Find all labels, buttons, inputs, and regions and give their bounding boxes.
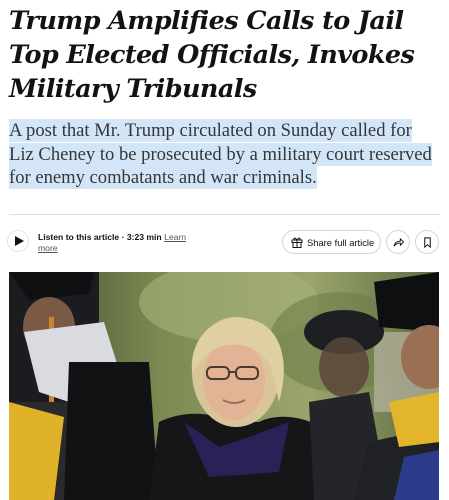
listen-to-article: Listen to this article · 3:23 min Learn … bbox=[38, 232, 208, 253]
article-photo bbox=[9, 272, 439, 500]
share-button[interactable] bbox=[386, 230, 410, 254]
article-headline: Trump Amplifies Calls to Jail Top Electe… bbox=[9, 6, 415, 104]
summary-highlight: A post that Mr. Trump circulated on Sund… bbox=[9, 119, 432, 189]
share-arrow-icon bbox=[392, 237, 404, 246]
gift-icon bbox=[291, 237, 303, 248]
play-icon bbox=[14, 236, 24, 246]
photo-illustration bbox=[9, 272, 439, 500]
listen-label: Listen to this article · 3:23 min bbox=[38, 232, 162, 242]
share-full-article-label: Share full article bbox=[307, 236, 375, 248]
divider bbox=[9, 214, 440, 215]
bookmark-icon bbox=[423, 236, 431, 248]
play-audio-button[interactable] bbox=[7, 230, 29, 252]
save-button[interactable] bbox=[415, 230, 439, 254]
article-toolbar: Listen to this article · 3:23 min Learn … bbox=[0, 222, 449, 262]
share-full-article-button[interactable]: Share full article bbox=[282, 230, 381, 254]
article-summary: A post that Mr. Trump circulated on Sund… bbox=[9, 119, 439, 190]
